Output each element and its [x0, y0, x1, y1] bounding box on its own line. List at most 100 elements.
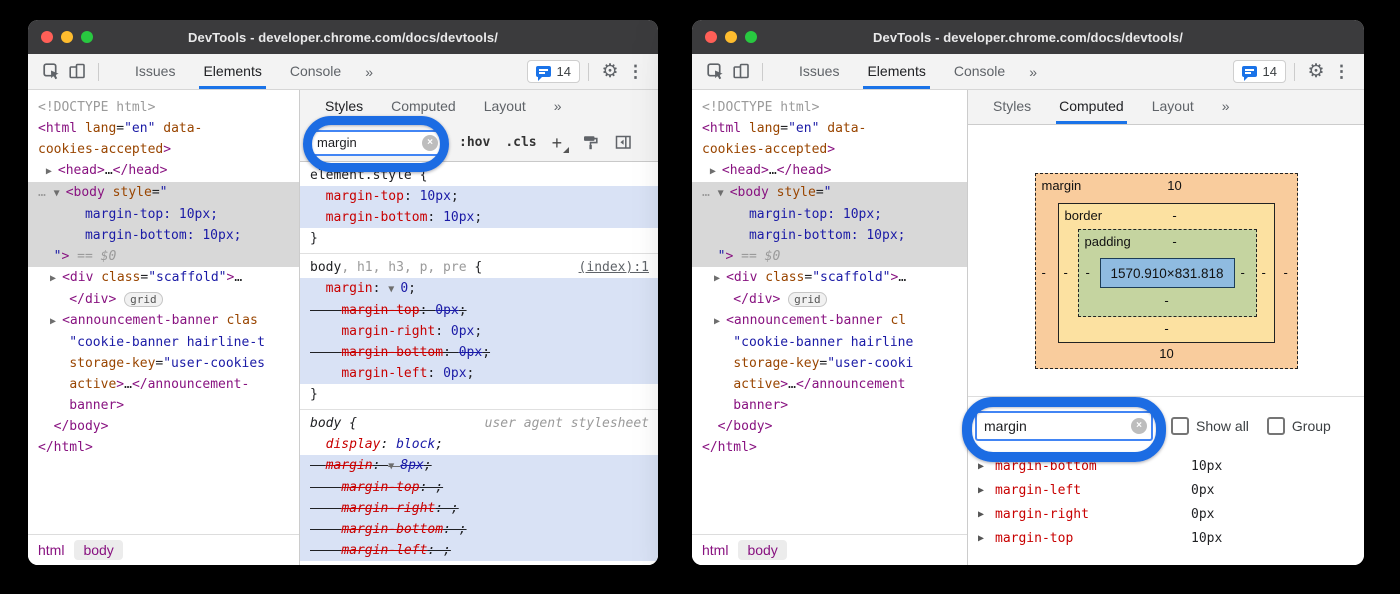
tab-issues[interactable]: Issues	[785, 54, 853, 89]
code-line[interactable]: margin-top: 10px;	[28, 204, 299, 225]
border-right-value[interactable]: -	[1262, 263, 1266, 283]
code-line[interactable]: margin-bottom: ;	[300, 519, 658, 540]
new-style-rule-button[interactable]: +	[552, 134, 567, 152]
padding-top-value[interactable]: -	[1155, 234, 1195, 249]
code-line[interactable]: display: block;	[300, 434, 658, 455]
code-line[interactable]: margin: ▼ 0;	[300, 278, 658, 300]
settings-gear-icon[interactable]: ⚙	[1303, 59, 1329, 85]
code-line[interactable]: </body>	[692, 416, 967, 437]
code-line[interactable]: "> == $0	[28, 246, 299, 267]
code-line[interactable]: margin-bottom: 0px;	[300, 342, 658, 363]
dom-tree[interactable]: <!DOCTYPE html><html lang="en" data-cook…	[28, 90, 299, 535]
code-line[interactable]: active>…</announcement-	[28, 374, 299, 395]
tab-styles[interactable]: Styles	[982, 90, 1042, 124]
code-line[interactable]: "> == $0	[692, 246, 967, 267]
disclosure-triangle-icon[interactable]: ▶	[978, 533, 995, 544]
tab-elements[interactable]: Elements	[189, 54, 275, 89]
code-line[interactable]: margin-left: ;	[300, 540, 658, 561]
code-line[interactable]: storage-key="user-cookies	[28, 353, 299, 374]
show-all-checkbox[interactable]: Show all	[1171, 417, 1249, 435]
css-rule-section[interactable]: body {user agent stylesheet display: blo…	[300, 410, 658, 565]
code-line[interactable]: cookies-accepted>	[28, 139, 299, 160]
margin-left-value[interactable]: -	[1042, 263, 1046, 283]
code-line[interactable]: }	[300, 561, 658, 565]
zoom-button[interactable]	[745, 31, 757, 43]
kebab-menu-icon[interactable]: ⋮	[623, 62, 648, 82]
code-line[interactable]: margin-left: 0px;	[300, 363, 658, 384]
code-line[interactable]: </html>	[692, 437, 967, 458]
minimize-button[interactable]	[61, 31, 73, 43]
computed-property-row[interactable]: ▶margin-right0px	[968, 502, 1364, 526]
code-line[interactable]: … ▼ <body style="	[28, 182, 299, 204]
device-toolbar-icon[interactable]	[64, 59, 90, 85]
code-line[interactable]: <html lang="en" data-	[28, 118, 299, 139]
code-line[interactable]: ▶ <head>…</head>	[28, 160, 299, 182]
css-rules-list[interactable]: element.style { margin-top: 10px; margin…	[300, 162, 658, 565]
dom-tree[interactable]: <!DOCTYPE html><html lang="en" data-cook…	[692, 90, 967, 535]
sidebar-position-toggle-icon[interactable]	[614, 134, 632, 152]
code-line[interactable]: margin-bottom: 10px;	[692, 225, 967, 246]
code-line[interactable]: "cookie-banner hairline-t	[28, 332, 299, 353]
margin-bottom-value[interactable]: 10	[1147, 346, 1187, 361]
inspect-element-icon[interactable]	[38, 59, 64, 85]
padding-bottom-value[interactable]: -	[1147, 293, 1187, 308]
code-line[interactable]: cookies-accepted>	[692, 139, 967, 160]
issues-counter[interactable]: 14	[1233, 60, 1286, 83]
code-line[interactable]: margin-top: ;	[300, 477, 658, 498]
margin-right-value[interactable]: -	[1284, 263, 1288, 283]
code-line[interactable]: <html lang="en" data-	[692, 118, 967, 139]
tab-computed[interactable]: Computed	[1048, 90, 1135, 124]
tab-issues[interactable]: Issues	[121, 54, 189, 89]
more-tabs-icon[interactable]: »	[355, 64, 383, 80]
border-left-value[interactable]: -	[1064, 263, 1068, 283]
code-line[interactable]: ▶ <div class="scaffold">…	[692, 267, 967, 289]
more-sidebar-tabs-icon[interactable]: »	[543, 90, 573, 124]
code-line[interactable]: ▶ <announcement-banner clas	[28, 310, 299, 332]
code-line[interactable]: }	[300, 384, 658, 405]
toggle-element-state-button[interactable]: :hov	[459, 135, 490, 150]
code-line[interactable]: </div> grid	[692, 289, 967, 310]
close-button[interactable]	[41, 31, 53, 43]
tab-layout[interactable]: Layout	[473, 90, 537, 124]
code-line[interactable]: }	[300, 228, 658, 249]
code-line[interactable]: <!DOCTYPE html>	[28, 97, 299, 118]
tab-elements[interactable]: Elements	[853, 54, 939, 89]
code-line[interactable]: … ▼ <body style="	[692, 182, 967, 204]
computed-property-row[interactable]: ▶margin-left0px	[968, 478, 1364, 502]
code-line[interactable]: margin-bottom: 10px;	[300, 207, 658, 228]
box-model-content[interactable]: 1570.910×831.818	[1100, 258, 1235, 288]
disclosure-triangle-icon[interactable]: ▶	[978, 485, 995, 496]
issues-counter[interactable]: 14	[527, 60, 580, 83]
code-line[interactable]: banner>	[28, 395, 299, 416]
code-line[interactable]: body, h1, h3, p, pre {(index):1	[300, 257, 658, 278]
close-button[interactable]	[705, 31, 717, 43]
border-bottom-value[interactable]: -	[1147, 321, 1187, 336]
padding-right-value[interactable]: -	[1241, 263, 1245, 283]
code-line[interactable]: active>…</announcement	[692, 374, 967, 395]
code-line[interactable]: body {user agent stylesheet	[300, 413, 658, 434]
code-line[interactable]: margin-top: 0px;	[300, 300, 658, 321]
code-line[interactable]: ▶ <announcement-banner cl	[692, 310, 967, 332]
kebab-menu-icon[interactable]: ⋮	[1329, 62, 1354, 82]
code-line[interactable]: </body>	[28, 416, 299, 437]
code-line[interactable]: margin-bottom: 10px;	[28, 225, 299, 246]
breadcrumb-body[interactable]: body	[74, 540, 122, 560]
breadcrumb-body[interactable]: body	[738, 540, 786, 560]
code-line[interactable]: "cookie-banner hairline	[692, 332, 967, 353]
more-tabs-icon[interactable]: »	[1019, 64, 1047, 80]
inspect-element-icon[interactable]	[702, 59, 728, 85]
code-line[interactable]: </html>	[28, 437, 299, 458]
code-line[interactable]: storage-key="user-cooki	[692, 353, 967, 374]
css-rule-section[interactable]: body, h1, h3, p, pre {(index):1 margin: …	[300, 254, 658, 410]
code-line[interactable]: ▶ <div class="scaffold">…	[28, 267, 299, 289]
code-line[interactable]: margin: ▼ 8px;	[300, 455, 658, 477]
padding-left-value[interactable]: -	[1086, 263, 1090, 283]
margin-top-value[interactable]: 10	[1155, 178, 1195, 193]
code-line[interactable]: margin-top: 10px;	[300, 186, 658, 207]
rendering-emulation-icon[interactable]	[581, 134, 599, 152]
zoom-button[interactable]	[81, 31, 93, 43]
element-classes-button[interactable]: .cls	[505, 135, 536, 150]
computed-property-row[interactable]: ▶margin-top10px	[968, 526, 1364, 550]
tab-layout[interactable]: Layout	[1141, 90, 1205, 124]
code-line[interactable]: ▶ <head>…</head>	[692, 160, 967, 182]
